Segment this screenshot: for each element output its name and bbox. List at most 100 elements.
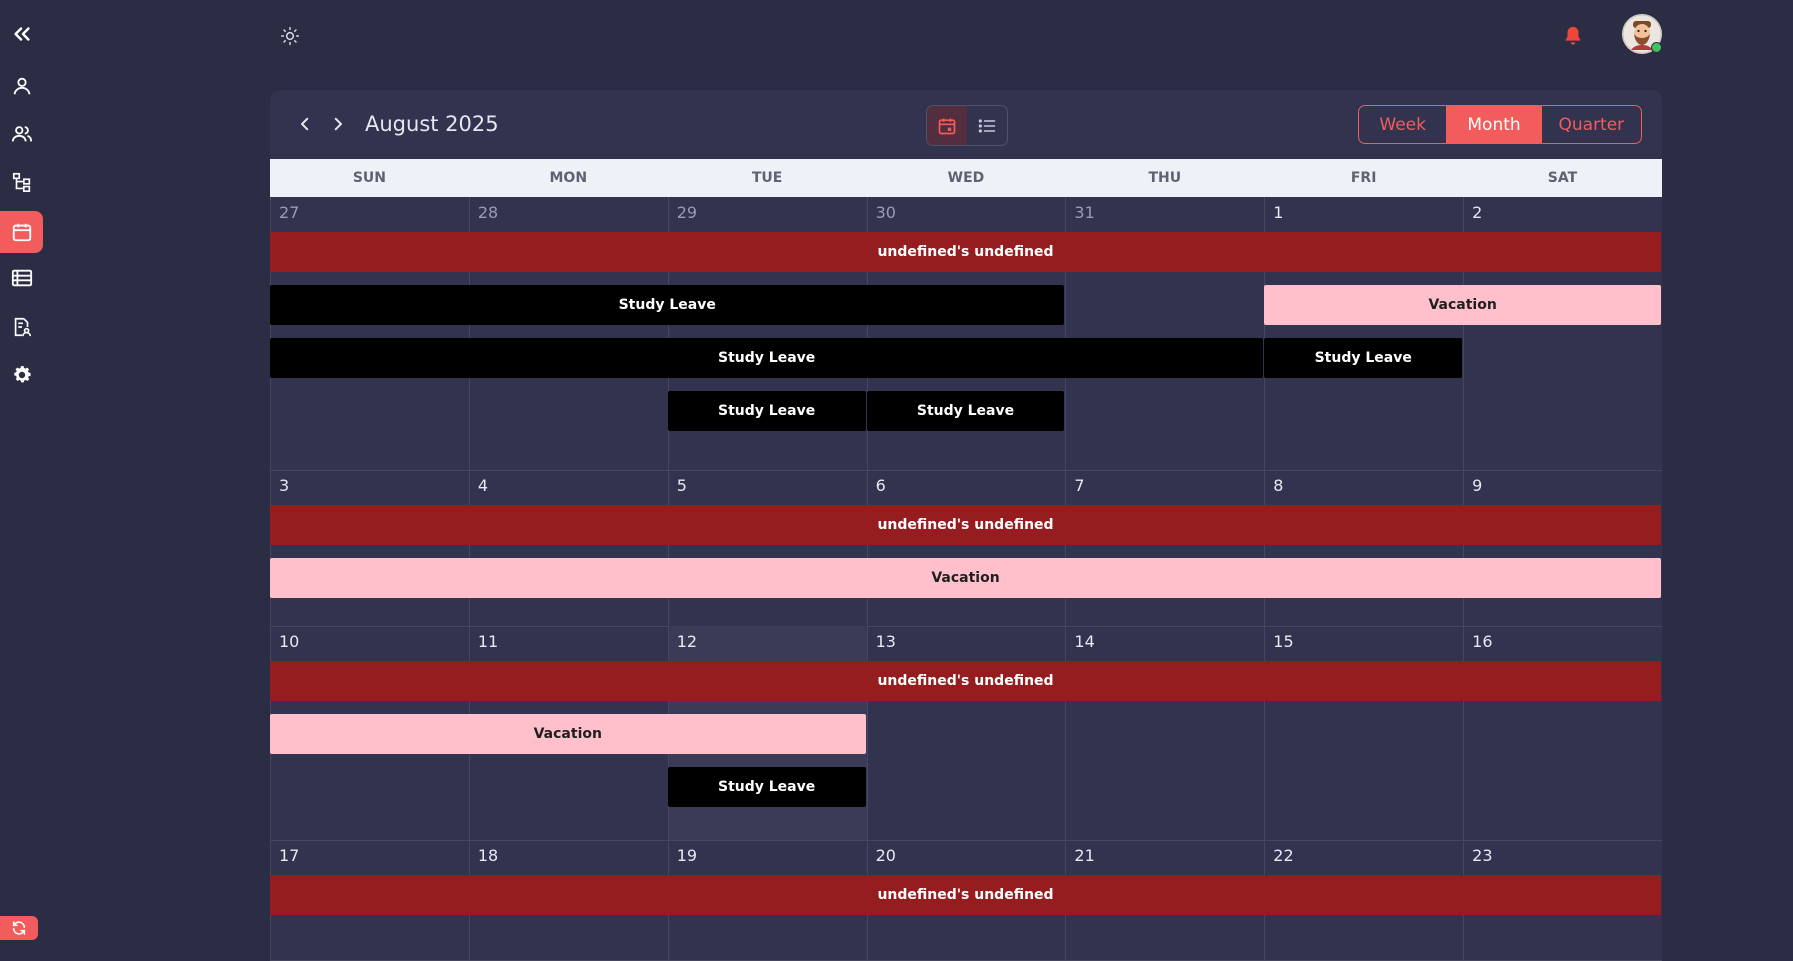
sidebar-item-team[interactable]: [0, 113, 43, 155]
day-cell[interactable]: 7: [1065, 470, 1264, 626]
calendar-title: August 2025: [365, 112, 499, 136]
calendar-icon: [12, 223, 31, 242]
range-quarter-button[interactable]: Quarter: [1542, 106, 1641, 143]
day-number: 20: [875, 846, 896, 865]
day-number: 11: [477, 632, 499, 651]
sidebar-item-profile[interactable]: [0, 65, 43, 107]
sidebar-item-table[interactable]: [0, 257, 43, 299]
day-of-week-label: WED: [947, 170, 985, 186]
day-number: 21: [1074, 846, 1095, 865]
event-vacation[interactable]: Vacation: [270, 714, 866, 754]
week-row: 3 4 5 6 7 8 9 undefined's undefined Vacation: [270, 470, 1662, 627]
event-study-leave[interactable]: Study Leave: [1264, 338, 1463, 378]
calendar-view-button[interactable]: [927, 106, 967, 145]
day-number: 7: [1074, 476, 1085, 495]
previous-month-button[interactable]: [293, 110, 317, 138]
day-cell[interactable]: 4: [468, 470, 668, 626]
day-of-week-label: FRI: [1350, 170, 1377, 186]
range-month-button[interactable]: Month: [1447, 106, 1542, 143]
notifications-button[interactable]: [1560, 22, 1586, 50]
week-row: 10 11 12 13 14 15 16 undefined's undefined Vacat…: [270, 626, 1662, 841]
calendar-icon: [938, 118, 956, 134]
day-cell[interactable]: 8: [1264, 470, 1463, 626]
day-cell[interactable]: 15: [1264, 626, 1463, 840]
avatar[interactable]: [1622, 14, 1662, 54]
theme-toggle-button[interactable]: [276, 22, 304, 50]
day-number: 15: [1273, 632, 1294, 651]
day-of-week-label: TUE: [751, 170, 783, 186]
event-undefined-s-undefined[interactable]: undefined's undefined: [270, 505, 1661, 545]
org-chart-icon: [12, 172, 30, 192]
online-status-dot: [1651, 42, 1662, 53]
sun-icon: [280, 26, 300, 46]
event-study-leave[interactable]: Study Leave: [866, 391, 1065, 431]
day-number: 23: [1472, 846, 1493, 865]
day-cell[interactable]: 14: [1065, 626, 1264, 840]
table-list-icon: [11, 269, 32, 287]
day-number: 30: [875, 203, 896, 222]
gear-icon: [13, 366, 31, 383]
user-icon: [13, 77, 30, 95]
next-month-button[interactable]: [326, 110, 350, 138]
day-number: 1: [1273, 203, 1284, 222]
range-week-button[interactable]: Week: [1359, 106, 1448, 143]
day-number: 18: [477, 846, 499, 865]
list-icon: [978, 118, 996, 133]
day-number: 19: [676, 846, 698, 865]
sidebar-item-reports[interactable]: [0, 306, 43, 348]
day-number: 5: [676, 476, 687, 495]
week-row: 27 28 29 30 31 1 2 undefined's undefined Study L…: [270, 197, 1662, 471]
event-study-leave[interactable]: Study Leave: [270, 285, 1065, 325]
day-of-week-label: MON: [549, 170, 588, 186]
day-cell[interactable]: 13: [866, 626, 1066, 840]
day-number: 4: [477, 476, 489, 495]
view-mode-toggle: [926, 105, 1008, 146]
day-cell[interactable]: 6: [866, 470, 1066, 626]
day-number: 29: [676, 203, 698, 222]
day-of-week-label: SAT: [1547, 170, 1578, 186]
day-number: 17: [279, 846, 300, 865]
chevron-left-icon: [301, 117, 309, 131]
event-undefined-s-undefined[interactable]: undefined's undefined: [270, 232, 1661, 272]
day-of-week-label: SUN: [352, 170, 386, 186]
event-undefined-s-undefined[interactable]: undefined's undefined: [270, 661, 1661, 701]
event-vacation[interactable]: Vacation: [1264, 285, 1661, 325]
day-number: 9: [1472, 476, 1483, 495]
day-of-week-header: SUN MON TUE WED THU FRI SAT: [270, 159, 1662, 197]
day-number: 12: [676, 632, 698, 651]
day-number: 13: [875, 632, 896, 651]
event-vacation[interactable]: Vacation: [270, 558, 1661, 598]
event-study-leave[interactable]: Study Leave: [667, 767, 866, 807]
chevron-right-icon: [334, 117, 342, 131]
day-cell[interactable]: 9: [1463, 470, 1662, 626]
day-number: 27: [279, 203, 300, 222]
event-study-leave[interactable]: Study Leave: [270, 338, 1264, 378]
double-chevron-left-icon: [13, 27, 30, 41]
report-user-icon: [14, 317, 31, 337]
day-cell[interactable]: 16: [1463, 626, 1662, 840]
day-number: 2: [1472, 203, 1483, 222]
day-number: 14: [1074, 632, 1095, 651]
sidebar-item-hierarchy[interactable]: [0, 161, 43, 203]
day-number: 16: [1472, 632, 1493, 651]
users-icon: [11, 126, 32, 142]
day-of-week-label: THU: [1148, 170, 1182, 186]
bell-icon: [1565, 26, 1581, 45]
sync-icon: [12, 921, 26, 935]
list-view-button[interactable]: [967, 106, 1007, 145]
event-study-leave[interactable]: Study Leave: [667, 391, 866, 431]
sync-button[interactable]: [0, 916, 38, 940]
sidebar-collapse-button[interactable]: [0, 13, 43, 55]
day-number: 3: [279, 476, 290, 495]
event-undefined-s-undefined[interactable]: undefined's undefined: [270, 875, 1661, 915]
day-cell[interactable]: 3: [270, 470, 469, 626]
day-number: 28: [477, 203, 499, 222]
sidebar-item-settings[interactable]: [0, 354, 43, 396]
day-number: 22: [1273, 846, 1294, 865]
sidebar: [0, 0, 45, 943]
day-number: 31: [1074, 203, 1095, 222]
day-number: 8: [1273, 476, 1284, 495]
day-number: 6: [875, 476, 886, 495]
sidebar-item-calendar[interactable]: [0, 211, 43, 253]
day-cell[interactable]: 5: [667, 470, 867, 626]
